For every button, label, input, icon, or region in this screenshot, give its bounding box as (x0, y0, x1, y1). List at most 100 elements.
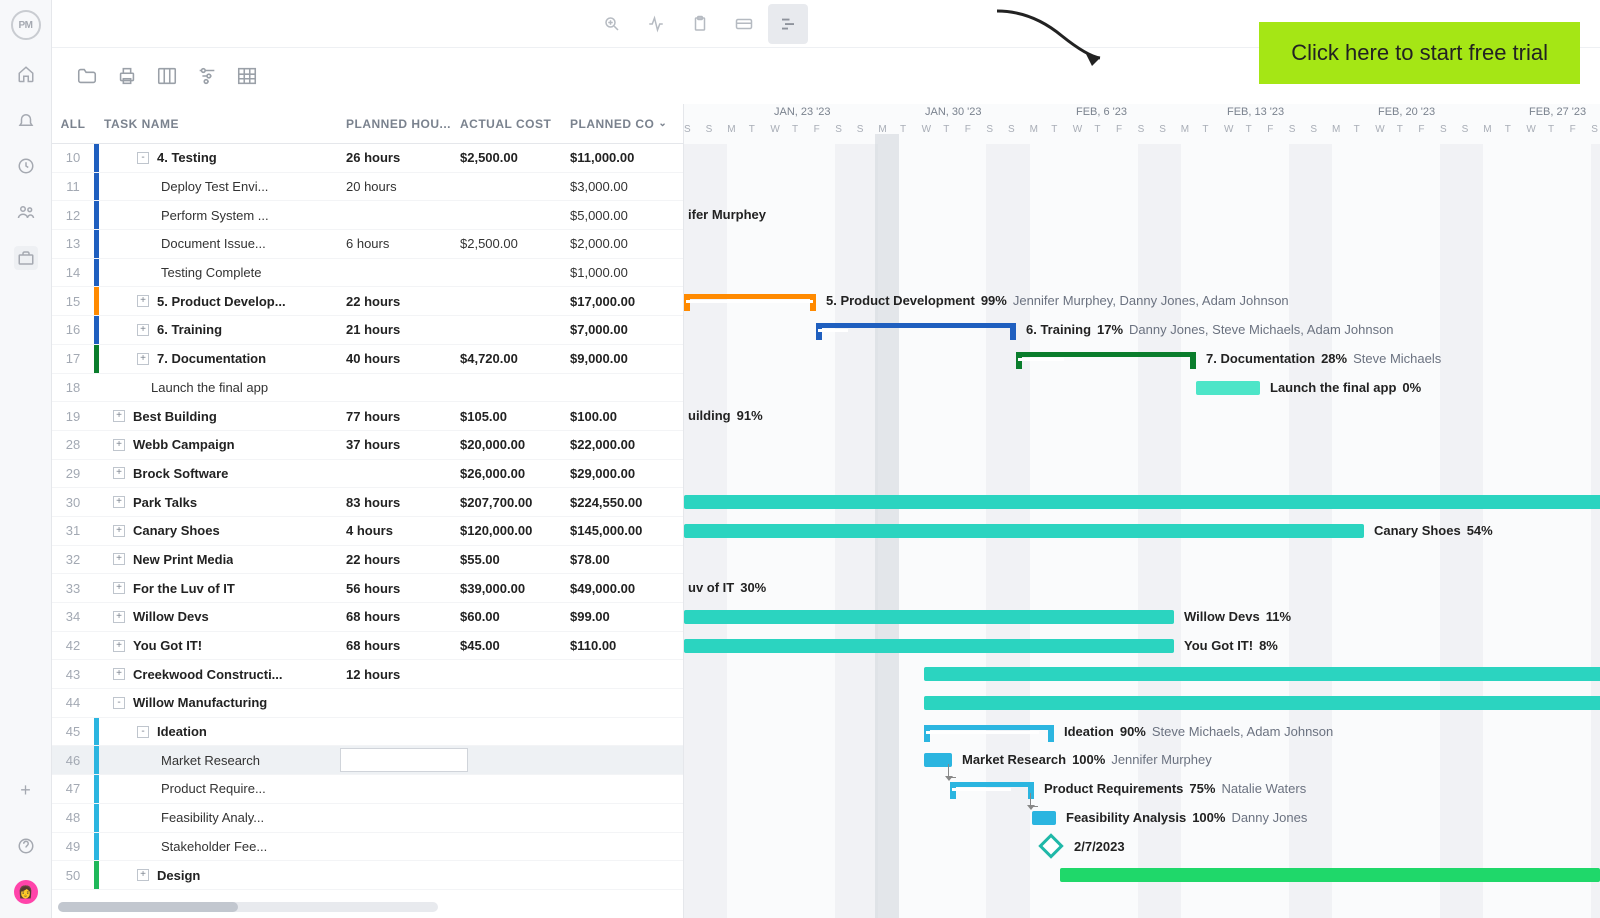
task-name-cell[interactable]: +Design (99, 868, 340, 883)
activity-icon[interactable] (636, 4, 676, 44)
toggle-icon[interactable]: + (113, 553, 125, 565)
table-row[interactable]: 17+7. Documentation40 hours$4,720.00$9,0… (52, 345, 683, 374)
task-name-cell[interactable]: +Brock Software (99, 466, 340, 481)
h-scrollbar[interactable] (58, 902, 438, 912)
gantt-bar[interactable] (924, 725, 1054, 737)
task-name-cell[interactable]: Stakeholder Fee... (99, 839, 340, 854)
task-name-cell[interactable]: +6. Training (99, 322, 340, 337)
logo[interactable]: PM (11, 10, 41, 40)
table-row[interactable]: 14Testing Complete$1,000.00 (52, 259, 683, 288)
task-name-cell[interactable]: +Park Talks (99, 495, 340, 510)
col-hours[interactable]: PLANNED HOU... (340, 117, 460, 131)
toggle-icon[interactable]: + (113, 611, 125, 623)
cost-cell[interactable]: $39,000.00 (460, 581, 570, 596)
gantt-bar[interactable] (684, 524, 1364, 538)
cost-cell[interactable]: $105.00 (460, 409, 570, 424)
gantt-bar[interactable] (816, 323, 1016, 335)
clipboard-icon[interactable] (680, 4, 720, 44)
toggle-icon[interactable]: + (137, 295, 149, 307)
hours-cell[interactable]: 20 hours (340, 179, 460, 194)
clock-icon[interactable] (14, 154, 38, 178)
col-planned[interactable]: PLANNED CO⌄ (570, 117, 683, 131)
planned-cell[interactable]: $5,000.00 (570, 208, 683, 223)
task-name-cell[interactable]: +You Got IT! (99, 638, 340, 653)
task-name-cell[interactable]: +Webb Campaign (99, 437, 340, 452)
planned-cell[interactable]: $3,000.00 (570, 179, 683, 194)
cost-cell[interactable]: $2,500.00 (460, 150, 570, 165)
planned-cell[interactable]: $145,000.00 (570, 523, 683, 538)
toggle-icon[interactable]: + (113, 582, 125, 594)
table-row[interactable]: 11Deploy Test Envi...20 hours$3,000.00 (52, 173, 683, 202)
task-name-cell[interactable]: +Creekwood Constructi... (99, 667, 340, 682)
grid-body[interactable]: 10-4. Testing26 hours$2,500.00$11,000.00… (52, 144, 683, 918)
gantt-bar[interactable] (1196, 381, 1260, 395)
gantt-bar[interactable] (684, 294, 816, 306)
hours-cell[interactable]: 21 hours (340, 322, 460, 337)
gantt-bar[interactable] (924, 696, 1600, 710)
table-row[interactable]: 18Launch the final app (52, 374, 683, 403)
gantt-bar[interactable] (1016, 352, 1196, 364)
folder-icon[interactable] (74, 63, 100, 89)
hours-cell[interactable]: 12 hours (340, 667, 460, 682)
col-name[interactable]: TASK NAME (94, 117, 340, 131)
table-row[interactable]: 28+Webb Campaign37 hours$20,000.00$22,00… (52, 431, 683, 460)
hours-cell[interactable]: 68 hours (340, 638, 460, 653)
bell-icon[interactable] (14, 108, 38, 132)
cost-cell[interactable]: $26,000.00 (460, 466, 570, 481)
zoom-fit-icon[interactable] (592, 4, 632, 44)
cost-cell[interactable]: $2,500.00 (460, 236, 570, 251)
table-row[interactable]: 50+Design (52, 861, 683, 890)
planned-cell[interactable]: $2,000.00 (570, 236, 683, 251)
planned-cell[interactable]: $110.00 (570, 638, 683, 653)
table-row[interactable]: 30+Park Talks83 hours$207,700.00$224,550… (52, 488, 683, 517)
table-row[interactable]: 43+Creekwood Constructi...12 hours (52, 660, 683, 689)
planned-cell[interactable]: $7,000.00 (570, 322, 683, 337)
cost-cell[interactable]: $20,000.00 (460, 437, 570, 452)
task-name-cell[interactable]: +Canary Shoes (99, 523, 340, 538)
table-row[interactable]: 49Stakeholder Fee... (52, 833, 683, 862)
gantt-bar[interactable] (924, 667, 1600, 681)
cost-cell[interactable]: $4,720.00 (460, 351, 570, 366)
task-name-cell[interactable]: +Willow Devs (99, 609, 340, 624)
toggle-icon[interactable]: - (113, 697, 125, 709)
table-row[interactable]: 42+You Got IT!68 hours$45.00$110.00 (52, 632, 683, 661)
filter-icon[interactable] (194, 63, 220, 89)
gantt-bar[interactable] (1032, 811, 1056, 825)
table-row[interactable]: 48Feasibility Analy... (52, 804, 683, 833)
cost-cell[interactable]: $45.00 (460, 638, 570, 653)
table-row[interactable]: 46Market Research (52, 746, 683, 775)
toggle-icon[interactable]: + (113, 496, 125, 508)
task-name-cell[interactable]: -4. Testing (99, 150, 340, 165)
task-name-cell[interactable]: Document Issue... (99, 236, 340, 251)
toggle-icon[interactable]: + (113, 525, 125, 537)
planned-cell[interactable]: $49,000.00 (570, 581, 683, 596)
h-scroll-thumb[interactable] (58, 902, 238, 912)
table-row[interactable]: 15+5. Product Develop...22 hours$17,000.… (52, 287, 683, 316)
task-name-cell[interactable]: -Ideation (99, 724, 340, 739)
cta-button[interactable]: Click here to start free trial (1259, 22, 1580, 84)
hours-cell[interactable]: 26 hours (340, 150, 460, 165)
table-row[interactable]: 12Perform System ...$5,000.00 (52, 201, 683, 230)
hours-cell[interactable]: 6 hours (340, 236, 460, 251)
hours-cell[interactable]: 56 hours (340, 581, 460, 596)
toggle-icon[interactable]: + (113, 439, 125, 451)
people-icon[interactable] (14, 200, 38, 224)
columns-icon[interactable] (154, 63, 180, 89)
hours-cell[interactable]: 22 hours (340, 552, 460, 567)
task-name-cell[interactable]: Feasibility Analy... (99, 810, 340, 825)
planned-cell[interactable]: $78.00 (570, 552, 683, 567)
task-name-cell[interactable]: +Best Building (99, 409, 340, 424)
gantt-icon[interactable] (768, 4, 808, 44)
col-all[interactable]: ALL (52, 117, 94, 131)
cost-cell[interactable]: $207,700.00 (460, 495, 570, 510)
card-icon[interactable] (724, 4, 764, 44)
cost-cell[interactable]: $60.00 (460, 609, 570, 624)
gantt-bar[interactable] (684, 639, 1174, 653)
cost-cell[interactable]: $120,000.00 (460, 523, 570, 538)
gantt-chart[interactable]: JAN, 23 '23FEB, 6 '23FEB, 13 '23FEB, 20 … (684, 104, 1600, 918)
gantt-bar[interactable] (684, 495, 1600, 509)
task-name-cell[interactable]: Deploy Test Envi... (99, 179, 340, 194)
planned-cell[interactable]: $224,550.00 (570, 495, 683, 510)
table-row[interactable]: 47Product Require... (52, 775, 683, 804)
table-row[interactable]: 33+For the Luv of IT56 hours$39,000.00$4… (52, 574, 683, 603)
